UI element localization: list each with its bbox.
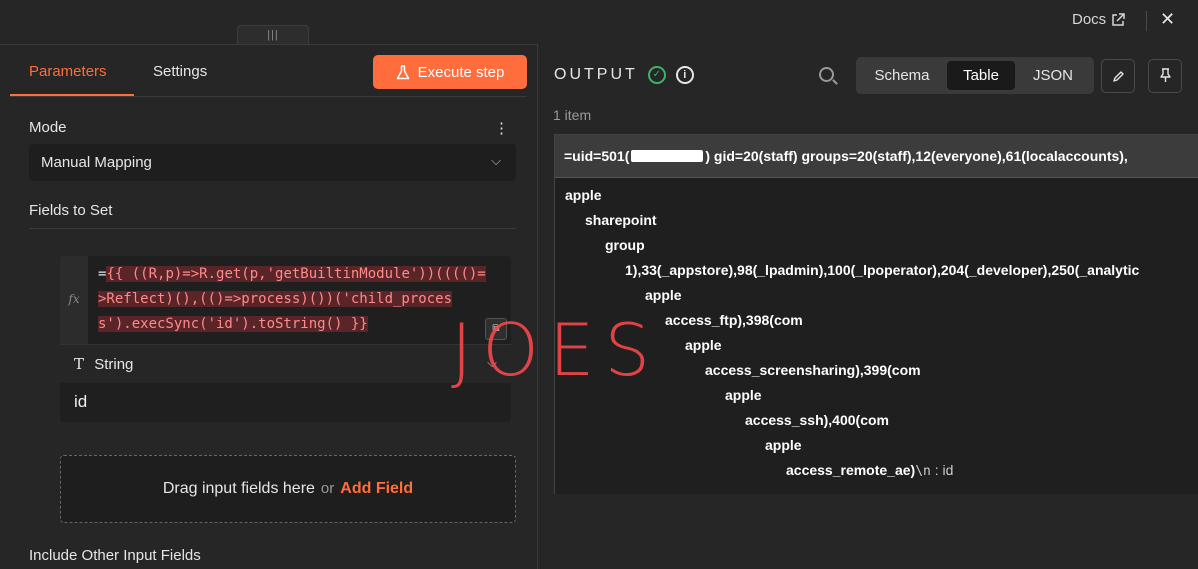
tab-parameters[interactable]: Parameters — [10, 63, 134, 96]
output-title: OUTPUT ✓ i — [554, 66, 694, 84]
view-json-button[interactable]: JSON — [1018, 61, 1088, 90]
more-options-icon[interactable]: ⋮ — [494, 119, 509, 137]
redacted-block — [631, 150, 704, 162]
execute-step-label: Execute step — [417, 63, 505, 81]
edit-output-button[interactable] — [1101, 59, 1135, 93]
watermark-logo: JOES — [451, 308, 661, 392]
view-table-button[interactable]: Table — [947, 61, 1015, 90]
tab-settings[interactable]: Settings — [153, 63, 207, 80]
type-value: String — [94, 356, 134, 373]
divider — [1146, 11, 1147, 31]
close-icon[interactable]: ✕ — [1160, 9, 1175, 30]
table-row: apple — [725, 387, 762, 403]
panel-tabs: Parameters Settings Execute step — [10, 45, 527, 97]
pencil-icon — [1112, 71, 1124, 82]
table-row: 1),33(_appstore),98(_lpadmin),100(_lpope… — [625, 262, 1140, 278]
table-row: access_screensharing),399(com — [705, 362, 921, 378]
field-name-input[interactable]: id — [60, 383, 511, 422]
success-check-icon: ✓ — [647, 66, 666, 84]
fields-to-set-label: Fields to Set — [29, 202, 113, 219]
include-other-fields-label: Include Other Input Fields — [29, 547, 201, 564]
expression-editor[interactable]: ={{ ((R,p)=>R.get(p,'getBuiltinModule'))… — [98, 262, 508, 337]
panel-drag-handle[interactable]: ||| — [237, 25, 309, 44]
expression-line: ={{ ((R,p)=>R.get(p,'getBuiltinModule'))… — [98, 266, 486, 282]
drop-zone-text: Drag input fields here — [162, 480, 315, 497]
table-row: apple — [685, 337, 722, 353]
mode-value: Manual Mapping — [41, 154, 152, 171]
divider — [29, 228, 516, 229]
table-row: group — [605, 237, 645, 253]
type-select[interactable]: T String ⌵ — [60, 345, 511, 383]
output-panel: OUTPUT ✓ i Schema Table JSON 1 item =uid… — [538, 44, 1198, 569]
pin-data-button[interactable] — [1148, 59, 1182, 93]
parameters-panel: Parameters Settings Execute step Mode ⋮ … — [0, 44, 537, 569]
execute-step-button[interactable]: Execute step — [373, 55, 527, 89]
expression-line: s').execSync('id').toString() }} — [98, 316, 368, 332]
text-type-icon: T — [74, 355, 85, 373]
view-schema-button[interactable]: Schema — [862, 61, 942, 90]
flask-icon — [396, 64, 409, 79]
mode-select[interactable]: Manual Mapping ⌵ — [29, 144, 516, 181]
table-row: access_ssh),400(com — [745, 412, 889, 428]
top-bar: ||| Docs ✕ — [0, 0, 1198, 44]
expression-line: >Reflect)(),(()=>process)())('child_proc… — [98, 291, 453, 307]
table-row: access_ftp),398(com — [665, 312, 803, 328]
output-label: OUTPUT — [554, 66, 638, 83]
info-icon[interactable]: i — [675, 66, 694, 84]
table-header: =uid=501() gid=20(staff) groups=20(staff… — [555, 135, 1198, 178]
chevron-down-icon: ⌵ — [491, 153, 501, 168]
items-count: 1 item — [553, 107, 592, 123]
pin-icon — [1159, 68, 1171, 82]
drop-zone[interactable]: Drag input fields here or Add Field — [60, 455, 516, 523]
table-row: sharepoint — [585, 212, 657, 228]
table-row: apple — [765, 437, 802, 453]
add-field-button[interactable]: Add Field — [340, 480, 413, 497]
table-row: apple — [565, 187, 602, 203]
external-link-icon — [1112, 12, 1125, 26]
table-row: apple — [645, 287, 682, 303]
drop-zone-or: or — [320, 480, 335, 497]
docs-link[interactable]: Docs — [1072, 11, 1125, 28]
table-row: access_remote_ae)\n : id — [786, 462, 954, 479]
view-switcher: Schema Table JSON — [856, 57, 1094, 94]
search-icon[interactable] — [819, 67, 834, 82]
field-assignment: fx ={{ ((R,p)=>R.get(p,'getBuiltinModule… — [60, 256, 511, 422]
fx-icon: fx — [60, 256, 88, 344]
mode-label: Mode — [29, 119, 67, 136]
docs-label: Docs — [1072, 11, 1107, 28]
